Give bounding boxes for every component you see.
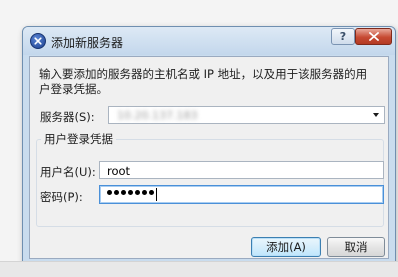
close-button[interactable] [355, 28, 392, 45]
server-label: 服务器(S): [40, 110, 95, 124]
server-value: 10.20.137.183 [117, 109, 198, 122]
chevron-down-icon[interactable] [373, 113, 379, 117]
help-button[interactable]: ? [331, 28, 355, 45]
credentials-group-title: 用户登录凭据 [41, 131, 116, 147]
username-field[interactable]: root [99, 161, 384, 179]
text-caret [156, 188, 157, 201]
username-label: 用户名(U): [40, 165, 96, 179]
add-button[interactable]: 添加(A) [251, 237, 321, 257]
server-combobox[interactable]: 10.20.137.183 [108, 106, 385, 124]
password-mask [107, 190, 154, 195]
background-strip [0, 261, 398, 277]
cancel-button[interactable]: 取消 [327, 237, 385, 257]
credentials-group [36, 139, 384, 227]
dialog-body: 输入要添加的服务器的主机名或 IP 地址，以及用于该服务器的用户登录凭据。 服务… [29, 56, 389, 259]
close-icon [369, 32, 379, 41]
dialog-titlebar[interactable]: 添加新服务器 ? [23, 27, 395, 55]
server-add-icon [30, 33, 46, 49]
password-field[interactable] [99, 185, 384, 204]
dialog-title: 添加新服务器 [51, 36, 124, 50]
desktop-background: 添加新服务器 ? 输入要添加的服务器的主机名或 IP 地址，以及用于该服务器的用… [0, 0, 398, 277]
password-label: 密码(P): [40, 190, 83, 204]
add-server-dialog: 添加新服务器 ? 输入要添加的服务器的主机名或 IP 地址，以及用于该服务器的用… [22, 26, 396, 265]
instructions-text: 输入要添加的服务器的主机名或 IP 地址，以及用于该服务器的用户登录凭据。 [39, 67, 368, 96]
